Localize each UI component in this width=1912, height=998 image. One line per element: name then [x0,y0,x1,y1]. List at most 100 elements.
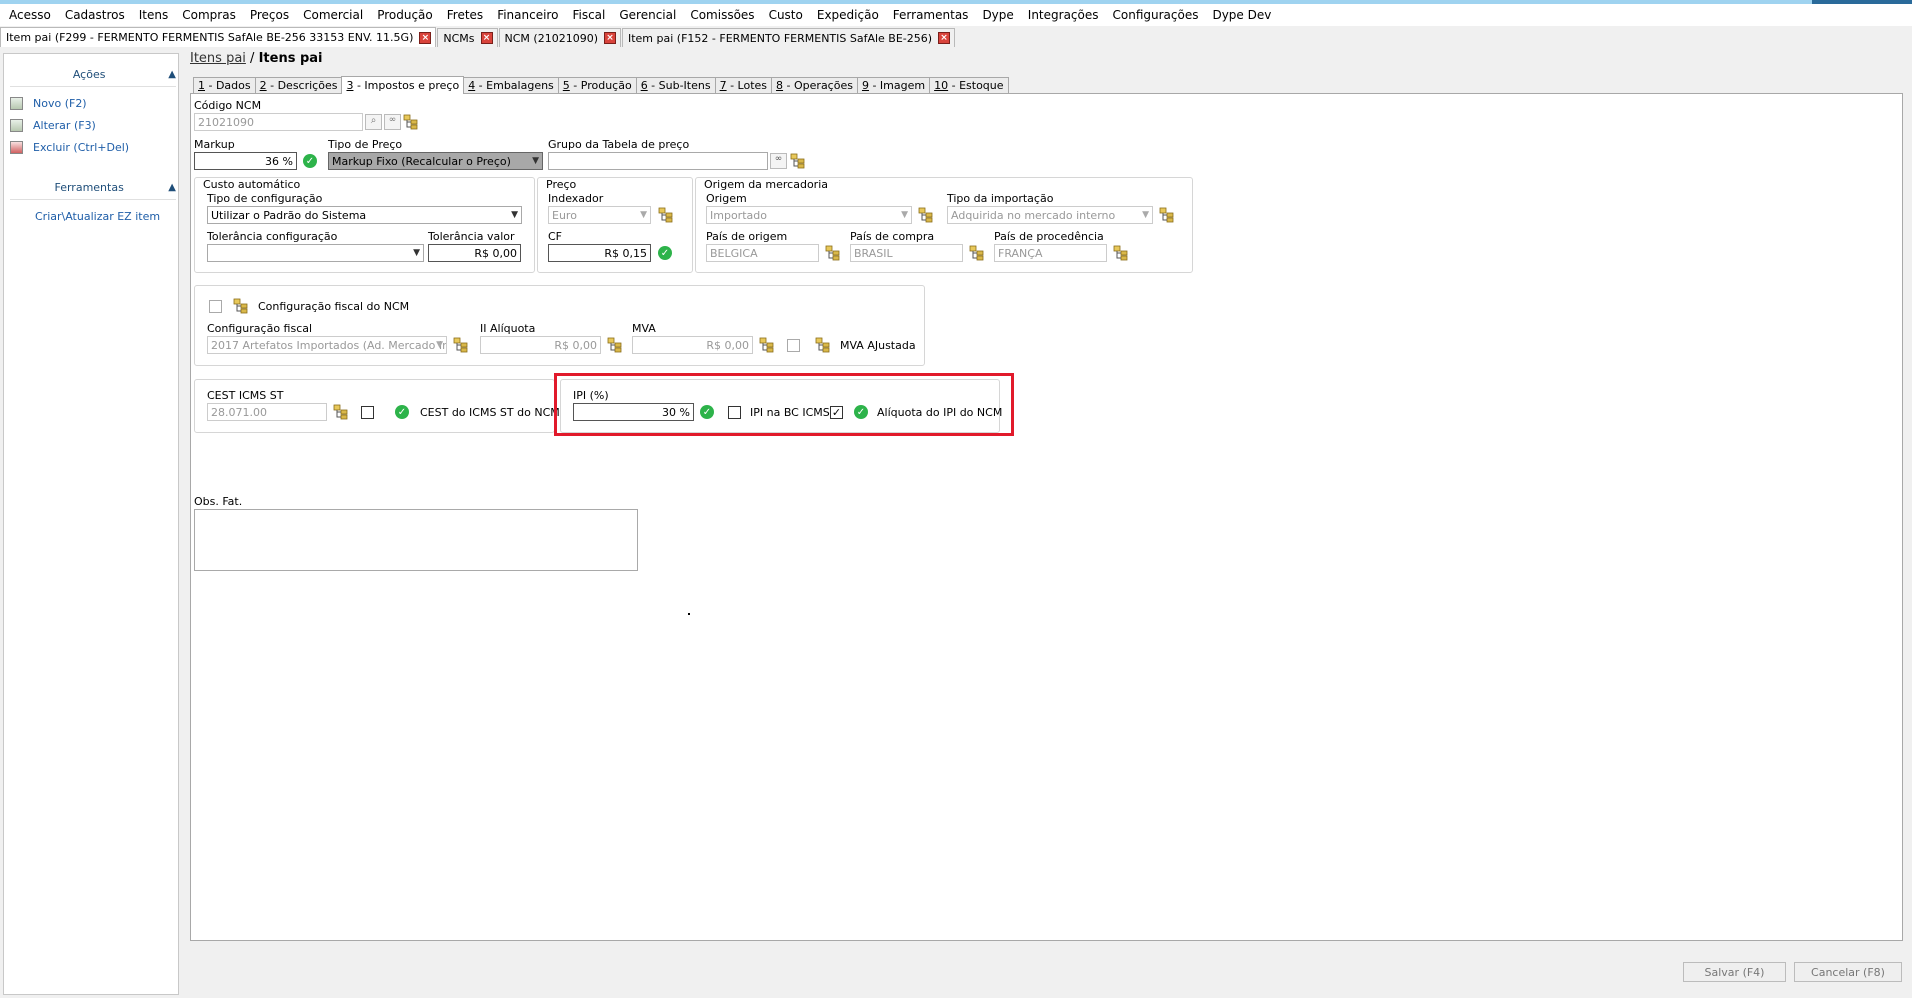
cest-ncm-checkbox[interactable] [361,406,374,419]
breadcrumb-parent-link[interactable]: Itens pai [190,51,246,66]
acoes-header[interactable]: Ações ▲ [10,64,176,84]
menu-item-fretes[interactable]: Fretes [440,8,490,22]
pais-origem-input[interactable]: BELGICA [706,244,819,262]
tree-icon[interactable] [1113,245,1129,261]
menu-item-financeiro[interactable]: Financeiro [490,8,565,22]
page-tab-label: - Operações [783,79,853,92]
tree-icon[interactable] [403,114,419,130]
pais-procedencia-input[interactable]: FRANÇA [994,244,1107,262]
tolerancia-valor-label: Tolerância valor [428,230,515,243]
tree-icon[interactable] [918,207,934,223]
novo-label: Novo (F2) [33,97,87,110]
tree-icon[interactable] [815,337,831,353]
menu-item-itens[interactable]: Itens [132,8,175,22]
page-tab[interactable]: 6 - Sub-Itens [635,77,716,93]
page-tab[interactable]: 2 - Descrições [254,77,343,93]
document-tab-label: Item pai (F152 - FERMENTO FERMENTIS SafA… [627,31,933,45]
document-tab[interactable]: Item pai (F299 - FERMENTO FERMENTIS SafA… [0,27,437,47]
tolerancia-valor-input[interactable]: R$ 0,00 [428,244,521,262]
page-tab-label: - Sub-Itens [647,79,711,92]
page-tab[interactable]: 3 - Impostos e preço [341,76,465,94]
document-tabs: Item pai (F299 - FERMENTO FERMENTIS SafA… [0,27,1912,47]
menu-item-cadastros[interactable]: Cadastros [58,8,132,22]
menu-item-pre-os[interactable]: Preços [243,8,296,22]
chevron-down-icon: ▼ [413,248,420,258]
indexador-select[interactable]: Euro ▼ [548,206,651,224]
tree-icon[interactable] [333,404,349,420]
tree-icon[interactable] [969,245,985,261]
page-tab[interactable]: 5 - Produção [557,77,637,93]
cancel-button[interactable]: Cancelar (F8) [1794,962,1902,982]
tree-icon[interactable] [790,153,806,169]
cest-input[interactable]: 28.071.00 [207,403,327,421]
menu-item-compras[interactable]: Compras [175,8,243,22]
menu-item-configura-es[interactable]: Configurações [1106,8,1206,22]
tipo-importacao-select[interactable]: Adquirida no mercado interno ▼ [947,206,1153,224]
tipo-preco-select[interactable]: Markup Fixo (Recalcular o Preço) ▼ [328,152,543,170]
ferramentas-header[interactable]: Ferramentas ▲ [10,177,176,197]
menu-item-dype-dev[interactable]: Dype Dev [1205,8,1278,22]
menu-item-integra-es[interactable]: Integrações [1021,8,1106,22]
tree-icon[interactable] [1159,207,1175,223]
close-icon[interactable]: × [938,32,951,44]
tolerancia-config-label: Tolerância configuração [207,230,338,243]
config-fiscal-ncm-checkbox[interactable] [209,300,222,313]
tree-icon[interactable] [607,337,623,353]
document-tab[interactable]: NCM (21021090) × [498,28,621,47]
mva-input[interactable]: R$ 0,00 [632,336,753,354]
menu-item-acesso[interactable]: Acesso [2,8,58,22]
menu-item-gerencial[interactable]: Gerencial [612,8,683,22]
indexador-value: Euro [552,208,577,222]
page-tab[interactable]: 4 - Embalagens [463,77,559,93]
page-tab[interactable]: 9 - Imagem [856,77,931,93]
markup-input[interactable]: 36 % [194,152,297,170]
menu-item-expedi-o[interactable]: Expedição [810,8,886,22]
codigo-ncm-input[interactable]: 21021090 [194,113,363,131]
cf-input[interactable]: R$ 0,15 [548,244,651,262]
chevron-up-icon[interactable]: ▲ [168,182,176,193]
divider [10,86,176,87]
menu-item-ferramentas[interactable]: Ferramentas [886,8,976,22]
custo-automatico-title: Custo automático [203,178,301,191]
excluir-link[interactable]: Excluir (Ctrl+Del) [10,141,129,154]
menu-item-fiscal[interactable]: Fiscal [565,8,612,22]
page-tab[interactable]: 8 - Operações [771,77,858,93]
mva-ajustada-checkbox[interactable] [787,339,800,352]
tree-icon[interactable] [453,337,469,353]
tree-icon[interactable] [658,207,674,223]
document-tab[interactable]: NCMs × [437,28,498,47]
save-button[interactable]: Salvar (F4) [1683,962,1786,982]
ii-aliquota-input[interactable]: R$ 0,00 [480,336,601,354]
tipo-config-select[interactable]: Utilizar o Padrão do Sistema ▼ [207,206,522,224]
tree-icon[interactable] [233,298,249,314]
page-tab[interactable]: 1 - Dados [193,77,256,93]
tree-icon[interactable] [825,245,841,261]
search-icon[interactable]: ⌕ [365,114,382,130]
document-tab-label: Item pai (F299 - FERMENTO FERMENTIS SafA… [6,31,414,44]
chevron-up-icon[interactable]: ▲ [168,69,176,80]
close-icon[interactable]: × [480,32,493,44]
close-icon[interactable]: × [419,31,432,44]
tolerancia-config-select[interactable]: ▼ [207,244,424,262]
binoculars-icon[interactable]: ∞ [770,153,787,169]
binoculars-icon[interactable]: ∞ [384,114,401,130]
tree-icon[interactable] [759,337,775,353]
alterar-link[interactable]: Alterar (F3) [10,119,96,132]
menu-item-dype[interactable]: Dype [975,8,1020,22]
document-tab[interactable]: Item pai (F152 - FERMENTO FERMENTIS SafA… [621,28,956,47]
origem-select[interactable]: Importado ▼ [706,206,912,224]
menu-item-comercial[interactable]: Comercial [296,8,370,22]
criar-ez-item-link[interactable]: Criar\Atualizar EZ item [35,210,160,223]
novo-link[interactable]: Novo (F2) [10,97,87,110]
menu-item-comiss-es[interactable]: Comissões [683,8,761,22]
menu-item-custo[interactable]: Custo [762,8,810,22]
pais-compra-input[interactable]: BRASIL [850,244,963,262]
mva-value: R$ 0,00 [706,338,749,352]
obs-fat-textarea[interactable] [194,509,638,571]
grupo-tabela-input[interactable] [548,152,768,170]
menu-item-produ-o[interactable]: Produção [370,8,440,22]
close-icon[interactable]: × [603,32,616,44]
page-tab[interactable]: 7 - Lotes [714,77,773,93]
page-tab[interactable]: 10 - Estoque [929,77,1009,93]
config-fiscal-select[interactable]: 2017 Artefatos Importados (Ad. Mercado I… [207,336,447,354]
